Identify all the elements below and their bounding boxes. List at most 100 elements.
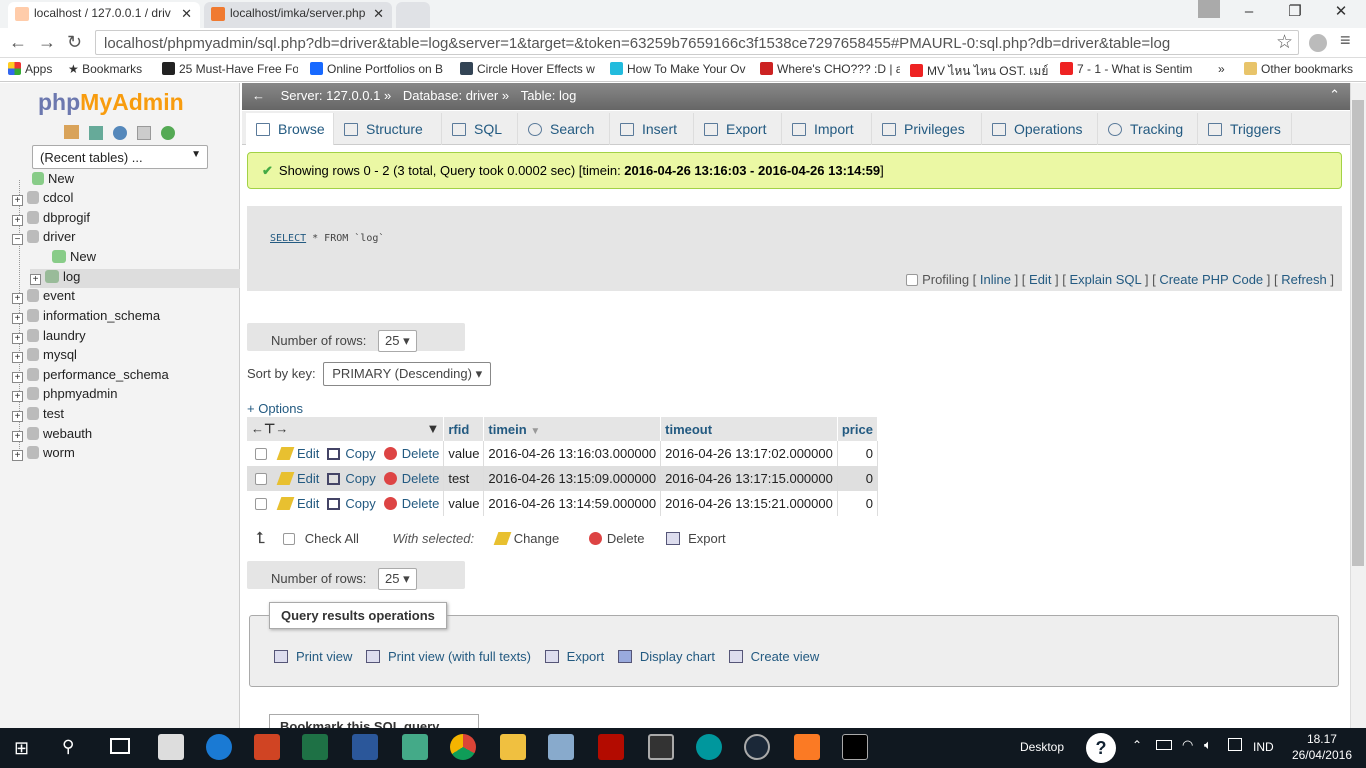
- tab-sql[interactable]: SQL: [442, 113, 518, 145]
- url-input[interactable]: localhost/phpmyadmin/sql.php?db=driver&t…: [95, 30, 1299, 55]
- check-all-label[interactable]: Check All: [305, 531, 359, 546]
- breadcrumb-server[interactable]: Server: 127.0.0.1 »: [281, 88, 392, 103]
- nav-item-performance-schema[interactable]: + performance_schema: [12, 367, 169, 386]
- rows-select[interactable]: 25 ▾: [378, 568, 417, 590]
- cell-rfid[interactable]: test: [443, 466, 485, 491]
- nav-item-worm[interactable]: + worm: [12, 445, 75, 464]
- delete-selected-button[interactable]: Delete: [607, 531, 645, 546]
- tab-privileges[interactable]: Privileges: [872, 113, 982, 145]
- row-checkbox[interactable]: [255, 498, 267, 510]
- bookmark-item[interactable]: MV ไหน ไหน OST. เมย์: [910, 62, 1050, 81]
- nav-item-dbprogif[interactable]: + dbprogif: [12, 210, 90, 229]
- export-selected-button[interactable]: Export: [688, 531, 726, 546]
- display-chart-link[interactable]: Display chart: [640, 649, 715, 664]
- row-checkbox[interactable]: [255, 448, 267, 460]
- sql-query-text[interactable]: SELECT * FROM `log`: [270, 233, 384, 244]
- nav-item-test[interactable]: + test: [12, 406, 64, 425]
- tab-search[interactable]: Search: [518, 113, 610, 145]
- acrobat-icon[interactable]: [598, 734, 624, 760]
- edit-link[interactable]: Edit: [297, 471, 319, 486]
- help-icon[interactable]: [113, 126, 127, 140]
- search-icon[interactable]: ⚲: [62, 737, 74, 757]
- windows-start-icon[interactable]: ⊞: [14, 738, 29, 759]
- close-icon[interactable]: ✕: [373, 6, 384, 22]
- back-icon[interactable]: ←: [9, 32, 27, 53]
- collapse-icon[interactable]: ⌃: [1329, 87, 1340, 103]
- bookmark-item[interactable]: How To Make Your Ov: [610, 62, 750, 76]
- delete-link[interactable]: Delete: [402, 471, 440, 486]
- tab-browse[interactable]: Browse: [246, 113, 334, 145]
- edge-icon[interactable]: [206, 734, 232, 760]
- nav-item-laundry[interactable]: + laundry: [12, 328, 86, 347]
- column-header-timein[interactable]: timein ▼: [483, 417, 662, 441]
- file-explorer-icon[interactable]: [500, 734, 526, 760]
- bookmark-bookmarks[interactable]: ★ Bookmarks: [68, 62, 142, 76]
- language-indicator[interactable]: IND: [1253, 740, 1274, 754]
- cell-timein[interactable]: 2016-04-26 13:15:09.000000: [483, 466, 662, 491]
- create-php-code-link[interactable]: Create PHP Code: [1159, 272, 1263, 287]
- browser-tab-active[interactable]: localhost / 127.0.0.1 / driv ✕: [8, 2, 200, 28]
- bookmark-item[interactable]: Circle Hover Effects w: [460, 62, 598, 76]
- cell-price[interactable]: 0: [837, 491, 878, 516]
- cmd-icon[interactable]: [842, 734, 868, 760]
- sort-select[interactable]: PRIMARY (Descending) ▾: [323, 362, 492, 386]
- copy-link[interactable]: Copy: [345, 496, 375, 511]
- print-view-full-link[interactable]: Print view (with full texts): [388, 649, 531, 664]
- chevron-up-icon[interactable]: ⌃: [1132, 738, 1142, 752]
- qro-export-link[interactable]: Export: [567, 649, 605, 664]
- recent-tables-select[interactable]: (Recent tables) ... ▼: [32, 145, 208, 169]
- column-header-timeout[interactable]: timeout: [660, 417, 838, 441]
- bookmarks-overflow[interactable]: »: [1218, 62, 1225, 76]
- cell-timein[interactable]: 2016-04-26 13:14:59.000000: [483, 491, 662, 516]
- close-window-icon[interactable]: ✕: [1318, 0, 1364, 26]
- arduino-icon[interactable]: [696, 734, 722, 760]
- chrome-icon[interactable]: [450, 734, 476, 760]
- explain-sql-link[interactable]: Explain SQL: [1070, 272, 1142, 287]
- nav-item-cdcol[interactable]: + cdcol: [12, 190, 73, 209]
- nav-item-log[interactable]: + log: [30, 269, 240, 288]
- print-view-link[interactable]: Print view: [296, 649, 352, 664]
- task-view-icon[interactable]: [110, 738, 130, 754]
- bookmark-sql-query[interactable]: Bookmark this SQL query: [269, 714, 479, 728]
- tab-triggers[interactable]: Triggers: [1198, 113, 1292, 145]
- tab-operations[interactable]: Operations: [982, 113, 1098, 145]
- steam-icon[interactable]: [744, 734, 770, 760]
- wifi-icon[interactable]: ◠: [1182, 737, 1193, 753]
- change-button[interactable]: Change: [514, 531, 560, 546]
- row-checkbox[interactable]: [255, 473, 267, 485]
- logout-icon[interactable]: [89, 126, 103, 140]
- desktop-label[interactable]: Desktop: [1020, 740, 1064, 754]
- bookmark-other[interactable]: Other bookmarks: [1244, 62, 1353, 76]
- network-app-icon[interactable]: [402, 734, 428, 760]
- new-tab-button[interactable]: [396, 2, 430, 28]
- battery-icon[interactable]: [1156, 740, 1172, 750]
- powerpoint-icon[interactable]: [254, 734, 280, 760]
- menu-icon[interactable]: ≡: [1340, 30, 1351, 51]
- column-arrows-header[interactable]: ←⊤→ ▼: [247, 417, 445, 441]
- nav-item-information-schema[interactable]: + information_schema: [12, 308, 160, 327]
- reload-icon[interactable]: ↻: [67, 32, 82, 53]
- help-icon[interactable]: ?: [1086, 733, 1116, 763]
- profiling-checkbox[interactable]: [906, 274, 919, 286]
- minimize-icon[interactable]: –: [1226, 0, 1272, 26]
- breadcrumb-database[interactable]: Database: driver »: [403, 88, 509, 103]
- forward-icon[interactable]: →: [38, 32, 56, 53]
- star-icon[interactable]: ☆: [1276, 31, 1293, 54]
- copy-link[interactable]: Copy: [345, 471, 375, 486]
- cell-price[interactable]: 0: [837, 441, 878, 466]
- bookmark-item[interactable]: Where's CHO??? :D | a: [760, 62, 900, 76]
- breadcrumb-table[interactable]: Table: log: [521, 88, 577, 103]
- cell-timeout[interactable]: 2016-04-26 13:17:15.000000: [660, 466, 838, 491]
- delete-link[interactable]: Delete: [402, 496, 440, 511]
- column-header-price[interactable]: price: [837, 417, 878, 441]
- nav-item-mysql[interactable]: + mysql: [12, 347, 77, 366]
- cell-timein[interactable]: 2016-04-26 13:16:03.000000: [483, 441, 662, 466]
- phpmyadmin-logo[interactable]: phpMyAdmin: [38, 89, 184, 116]
- rows-select[interactable]: 25 ▾: [378, 330, 417, 352]
- nav-item-new-table[interactable]: New: [52, 249, 96, 268]
- cell-timeout[interactable]: 2016-04-26 13:15:21.000000: [660, 491, 838, 516]
- bookmark-item[interactable]: Online Portfolios on B: [310, 62, 450, 76]
- tab-tracking[interactable]: Tracking: [1098, 113, 1198, 145]
- nav-item-driver[interactable]: − driver: [12, 229, 76, 248]
- cell-timeout[interactable]: 2016-04-26 13:17:02.000000: [660, 441, 838, 466]
